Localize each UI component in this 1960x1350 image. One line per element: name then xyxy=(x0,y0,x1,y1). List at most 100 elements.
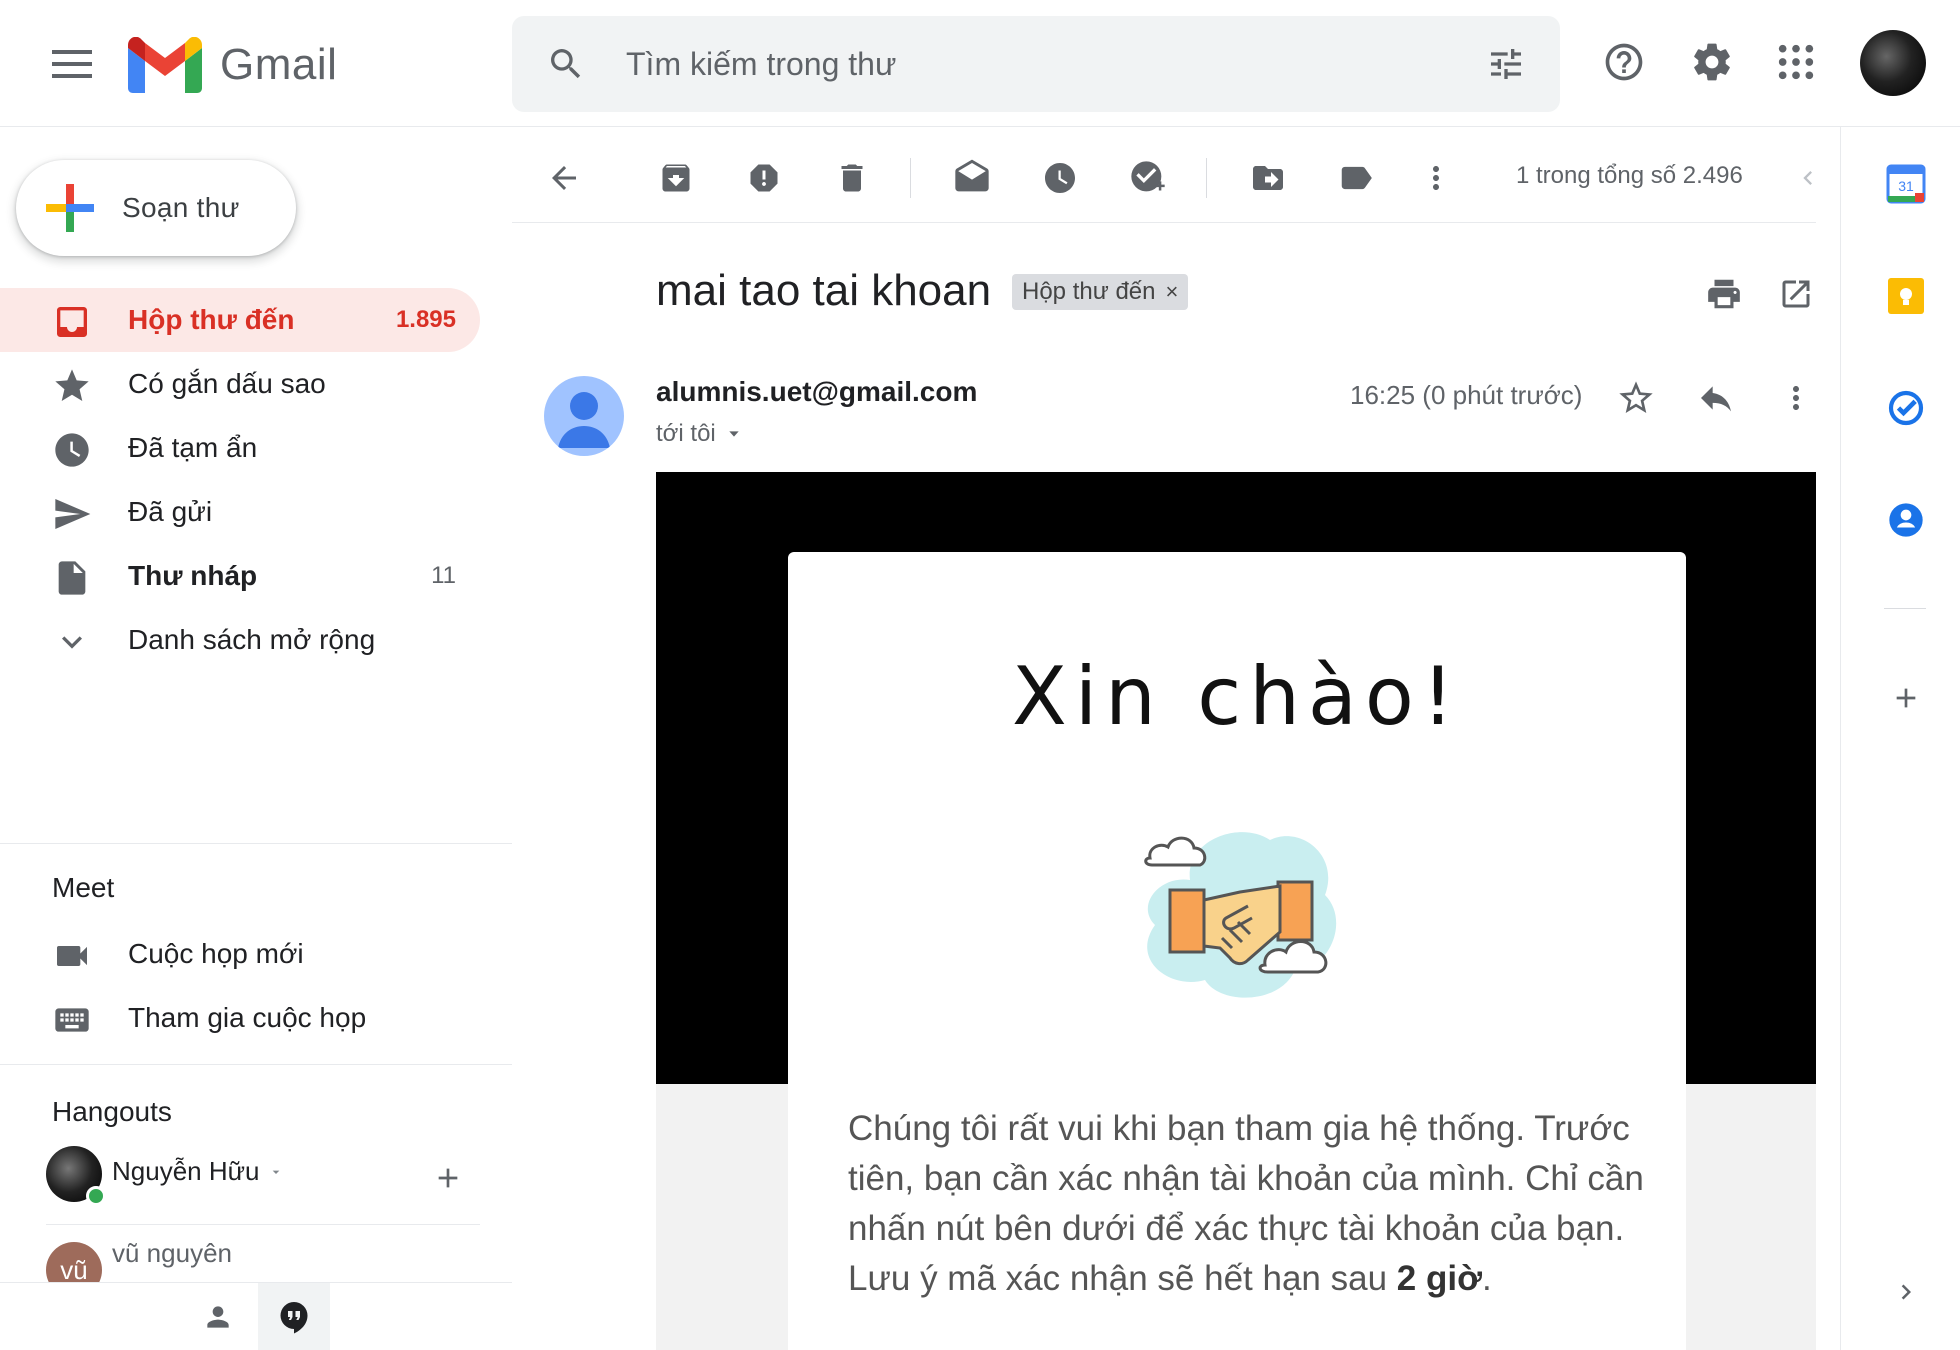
email-body-text: Chúng tôi rất vui khi bạn tham gia hệ th… xyxy=(848,1104,1648,1304)
label-chip-text: Hộp thư đến xyxy=(1022,278,1156,305)
contacts-button[interactable] xyxy=(1878,492,1934,548)
calendar-button[interactable]: 31 xyxy=(1878,156,1934,212)
join-meeting-button[interactable]: Tham gia cuộc họp xyxy=(0,986,480,1050)
toolbar-separator xyxy=(1206,158,1207,198)
sidebar-divider xyxy=(0,1064,512,1065)
search-options-icon[interactable] xyxy=(1486,44,1526,84)
caret-down-icon xyxy=(729,431,739,437)
reply-button[interactable] xyxy=(1688,370,1744,426)
archive-icon xyxy=(662,164,690,192)
main-menu-button[interactable] xyxy=(40,40,104,88)
chevron-right-icon xyxy=(1901,1284,1911,1300)
sidebar-item-sent[interactable]: Đã gửi xyxy=(0,480,480,544)
sidebar-item-label: Đã gửi xyxy=(128,496,213,527)
draft-count: 11 xyxy=(431,562,456,589)
support-button[interactable] xyxy=(1592,30,1656,94)
toolbar-divider xyxy=(512,222,1816,223)
more-options-button[interactable] xyxy=(1408,150,1464,206)
sidebar-item-drafts[interactable]: Thư nháp 11 xyxy=(0,544,480,608)
settings-button[interactable] xyxy=(1680,30,1744,94)
star-icon xyxy=(55,369,89,401)
clock-icon xyxy=(55,433,89,467)
tasks-button[interactable] xyxy=(1878,380,1934,436)
reply-icon xyxy=(1701,386,1731,412)
star-button[interactable] xyxy=(1608,370,1664,426)
google-apps-button[interactable] xyxy=(1764,30,1828,94)
send-icon xyxy=(55,499,91,529)
delete-button[interactable] xyxy=(824,150,880,206)
caret-down-icon[interactable] xyxy=(268,1164,284,1180)
hangouts-divider xyxy=(46,1224,480,1225)
apps-grid-icon xyxy=(1778,44,1814,80)
inbox-label-chip[interactable]: Hộp thư đến × xyxy=(1012,274,1189,310)
report-spam-icon xyxy=(750,164,778,192)
more-vert-icon xyxy=(1793,386,1799,410)
new-meeting-button[interactable]: Cuộc họp mới xyxy=(0,922,480,986)
open-new-window-button[interactable] xyxy=(1770,268,1822,320)
contacts-tab[interactable] xyxy=(190,1293,246,1341)
trash-icon xyxy=(841,164,863,192)
compose-button[interactable]: Soạn thư xyxy=(16,160,296,256)
arrow-back-icon xyxy=(552,166,576,190)
mark-unread-button[interactable] xyxy=(944,150,1000,206)
gmail-m-icon xyxy=(128,37,202,93)
newer-button[interactable] xyxy=(1788,150,1828,206)
account-avatar[interactable] xyxy=(1860,30,1926,96)
expiry-note-prefix: Lưu ý mã xác nhận sẽ hết hạn sau xyxy=(848,1259,1397,1298)
sidebar-item-snoozed[interactable]: Đã tạm ẩn xyxy=(0,416,480,480)
more-vert-icon xyxy=(1433,166,1439,190)
handshake-illustration xyxy=(1144,832,1337,998)
email-greeting: Xin chào! xyxy=(1012,650,1462,743)
hangouts-user-avatar[interactable] xyxy=(46,1146,106,1206)
sidebar-item-label: Danh sách mở rộng xyxy=(128,624,376,655)
chevron-down-icon xyxy=(62,636,82,649)
back-button[interactable] xyxy=(536,150,592,206)
hangouts-user-name[interactable]: Nguyễn Hữu xyxy=(112,1156,259,1187)
labels-button[interactable] xyxy=(1328,150,1384,206)
sidebar-item-label: Hộp thư đến xyxy=(128,304,295,335)
video-camera-icon xyxy=(57,946,87,966)
add-icon[interactable] xyxy=(432,1162,464,1194)
contact-name[interactable]: vũ nguyên xyxy=(112,1238,232,1269)
add-to-tasks-button[interactable] xyxy=(1120,150,1176,206)
sidebar-divider xyxy=(0,843,512,844)
keep-button[interactable] xyxy=(1878,268,1934,324)
gmail-logo[interactable]: Gmail xyxy=(128,34,368,96)
show-side-panel-button[interactable] xyxy=(1878,1264,1934,1320)
join-meeting-label: Tham gia cuộc họp xyxy=(128,1002,367,1033)
search-icon[interactable] xyxy=(546,44,586,84)
clock-icon xyxy=(1045,163,1075,193)
search-bar[interactable]: Tìm kiếm trong thư xyxy=(512,16,1560,112)
move-to-icon xyxy=(1253,166,1283,190)
top-header: Gmail Tìm kiếm trong thư xyxy=(0,0,1960,127)
sidebar-item-starred[interactable]: Có gắn dấu sao xyxy=(0,352,480,416)
move-to-button[interactable] xyxy=(1240,150,1296,206)
sender-avatar[interactable] xyxy=(544,376,624,456)
email-subject: mai tao tai khoan xyxy=(656,266,992,315)
recipient-details[interactable]: tới tôi xyxy=(656,420,742,448)
expiry-duration: 2 giờ xyxy=(1396,1259,1482,1298)
hamburger-menu-icon xyxy=(52,50,92,78)
hangouts-quote-icon xyxy=(280,1302,308,1334)
chevron-left-icon xyxy=(1803,171,1812,185)
online-status-dot xyxy=(86,1186,106,1206)
search-input[interactable]: Tìm kiếm trong thư xyxy=(626,46,896,83)
star-outline-icon xyxy=(1619,381,1653,413)
print-icon xyxy=(1708,279,1740,309)
sidebar-item-inbox[interactable]: Hộp thư đến 1.895 xyxy=(0,288,480,352)
side-panel-separator xyxy=(1884,608,1926,609)
sender-email[interactable]: alumnis.uet@gmail.com xyxy=(656,376,977,408)
sidebar-item-label: Thư nháp xyxy=(128,560,258,591)
compose-plus-icon xyxy=(46,184,94,232)
remove-label-icon[interactable]: × xyxy=(1166,279,1179,305)
message-more-button[interactable] xyxy=(1768,370,1824,426)
get-addons-button[interactable] xyxy=(1878,670,1934,726)
archive-button[interactable] xyxy=(648,150,704,206)
snooze-button[interactable] xyxy=(1032,150,1088,206)
app-name: Gmail xyxy=(220,40,338,89)
sidebar-item-more[interactable]: Danh sách mở rộng xyxy=(0,608,480,672)
report-spam-button[interactable] xyxy=(736,150,792,206)
conversations-tab[interactable] xyxy=(258,1283,330,1350)
print-all-button[interactable] xyxy=(1698,268,1750,320)
hangouts-bottom-bar xyxy=(0,1282,512,1350)
